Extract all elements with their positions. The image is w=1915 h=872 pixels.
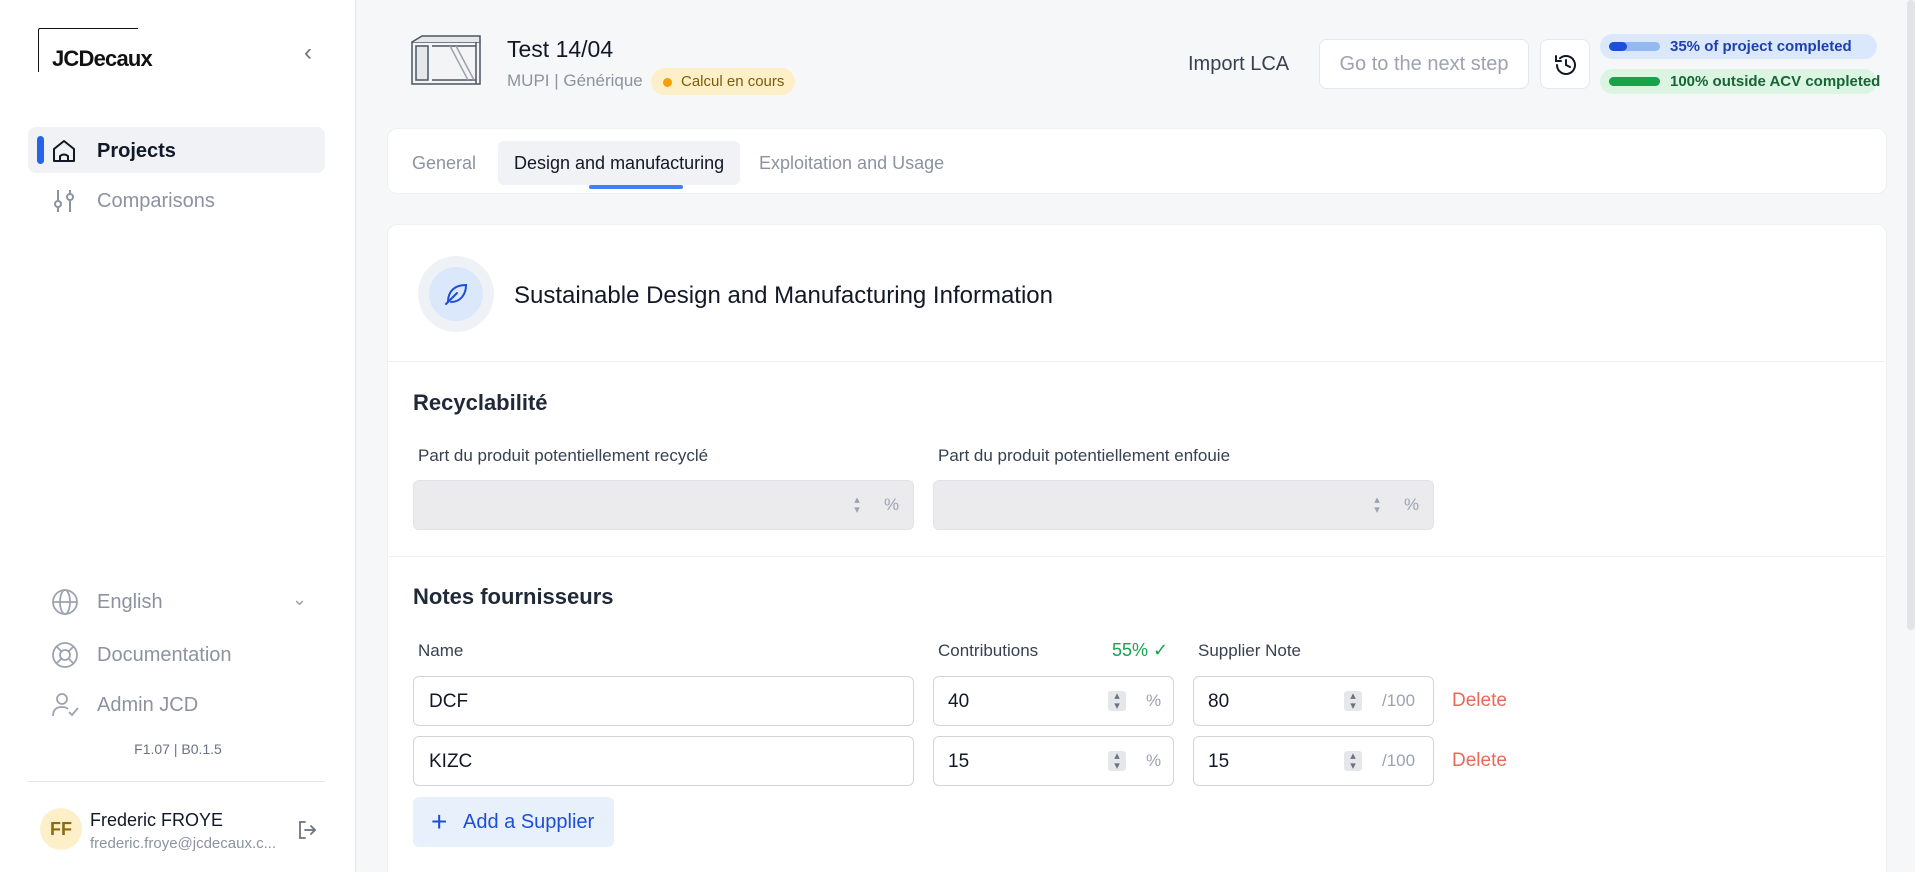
supplier-note-value: 80 [1208,691,1230,712]
recycled-share-input[interactable]: ▴ ▾ % [413,480,914,530]
section-title-recyclability: Recyclabilité [413,390,548,415]
user-name: Frederic FROYE [90,810,224,830]
note-unit: /100 [1382,691,1416,710]
status-badge-label: Calcul en cours [681,73,785,90]
plus-icon: + [431,806,448,837]
home-icon [53,140,75,162]
stepper-icon[interactable]: ▴ ▾ [1344,691,1362,712]
tab-design-and-manufacturing[interactable]: Design and manufacturing [498,141,741,189]
delete-supplier-button[interactable]: Delete [1452,690,1507,712]
version-text: F1.07 | B0.1.5 [134,741,222,757]
user-email: frederic.froye@jcdecaux.c... [90,835,277,852]
progress-label: 100% outside ACV completed [1670,73,1881,90]
scrollbar[interactable] [1907,0,1915,630]
design-card: Sustainable Design and Manufacturing Inf… [387,224,1887,872]
sidebar-item-projects[interactable]: Projects [28,127,325,173]
percent-unit: % [884,495,900,514]
status-badge: Calcul en cours [651,68,796,95]
next-step-button[interactable]: Go to the next step [1319,39,1529,89]
progress-fill [1609,42,1627,51]
product-thumbnail [411,35,481,85]
divider [28,781,325,782]
sidebar: JCDecaux ‹ Projects Comparisons English … [0,0,356,872]
tab-exploitation-and-usage[interactable]: Exploitation and Usage [743,141,960,185]
section-icon-inner [429,267,483,321]
active-indicator [37,136,44,164]
supplier-note-input[interactable]: 80 ▴ ▾ /100 [1193,676,1434,726]
add-supplier-label: Add a Supplier [463,811,595,833]
admin-label: Admin JCD [97,694,199,716]
language-label: English [97,591,163,613]
column-header-supplier-note: Supplier Note [1198,641,1302,660]
note-unit: /100 [1382,751,1416,770]
tab-bar: General Design and manufacturing Exploit… [387,128,1887,194]
chevron-down-icon: ⌄ [292,589,308,609]
language-select[interactable]: English ⌄ [50,583,320,619]
project-subtitle: MUPI | Générique [507,71,643,90]
documentation-label: Documentation [97,644,232,666]
supplier-name-value: DCF [429,691,469,712]
user-check-icon [52,693,79,717]
logo-text: JCDecaux [52,46,153,71]
progress-bar [1609,42,1660,51]
delete-supplier-button[interactable]: Delete [1452,750,1507,772]
percent-unit: % [1404,495,1420,514]
project-title: Test 14/04 [507,36,614,62]
contribution-input[interactable]: 15 ▴ ▾ % [933,736,1174,786]
section-icon-wrapper [418,256,494,332]
buried-share-input[interactable]: ▴ ▾ % [933,480,1434,530]
logout-icon[interactable] [296,819,318,841]
stepper-icon[interactable]: ▴ ▾ [1108,691,1126,712]
acv-progress-pill: 100% outside ACV completed [1600,69,1881,94]
divider [388,361,1886,362]
stepper-icon[interactable]: ▴ ▾ [1344,751,1362,772]
import-lca-button[interactable]: Import LCA [1174,44,1303,84]
tab-label: Design and manufacturing [514,153,725,173]
jcdecaux-logo[interactable]: JCDecaux [38,28,153,74]
divider [388,556,1886,557]
recycled-share-label: Part du produit potentiellement recyclé [418,446,709,465]
percent-unit: % [1146,751,1162,770]
supplier-name-input[interactable]: KIZC [413,736,914,786]
contribution-value: 15 [948,751,970,772]
section-title-supplier-notes: Notes fournisseurs [413,584,614,609]
stepper-icon[interactable]: ▴ ▾ [1108,751,1126,772]
sidebar-item-label: Comparisons [97,190,215,212]
add-supplier-button[interactable]: + Add a Supplier [413,797,615,847]
leaf-icon [445,283,468,305]
progress-fill [1609,77,1660,86]
card-title: Sustainable Design and Manufacturing Inf… [514,282,1053,309]
globe-icon [52,589,78,615]
active-tab-underline [589,185,683,189]
avatar[interactable]: FF [40,808,82,850]
supplier-note-value: 15 [1208,751,1230,772]
progress-bar [1609,77,1660,86]
sidebar-item-comparisons[interactable]: Comparisons [28,177,325,223]
supplier-name-value: KIZC [429,751,473,772]
admin-link[interactable]: Admin JCD [50,686,320,722]
progress-label: 35% of project completed [1670,38,1852,55]
supplier-name-input[interactable]: DCF [413,676,914,726]
tab-general[interactable]: General [396,141,492,185]
documentation-link[interactable]: Documentation [50,636,320,672]
history-icon [1555,55,1576,75]
sidebar-item-label: Projects [97,140,176,162]
project-progress-pill: 35% of project completed [1600,34,1877,59]
history-button[interactable] [1540,39,1590,89]
buried-share-label: Part du produit potentiellement enfouie [938,446,1231,465]
stepper-icon[interactable]: ▴ ▾ [848,495,866,516]
contribution-value: 40 [948,691,970,712]
status-dot [663,78,672,87]
collapse-sidebar-icon[interactable]: ‹ [304,40,324,66]
column-header-name: Name [418,641,464,660]
supplier-note-input[interactable]: 15 ▴ ▾ /100 [1193,736,1434,786]
stepper-icon[interactable]: ▴ ▾ [1368,495,1386,516]
contribution-input[interactable]: 40 ▴ ▾ % [933,676,1174,726]
sliders-icon [54,190,74,212]
lifebuoy-icon [52,642,78,668]
column-header-contributions: Contributions [938,641,1039,660]
percent-unit: % [1146,691,1162,710]
contribution-total: 55% ✓ [1112,640,1169,660]
